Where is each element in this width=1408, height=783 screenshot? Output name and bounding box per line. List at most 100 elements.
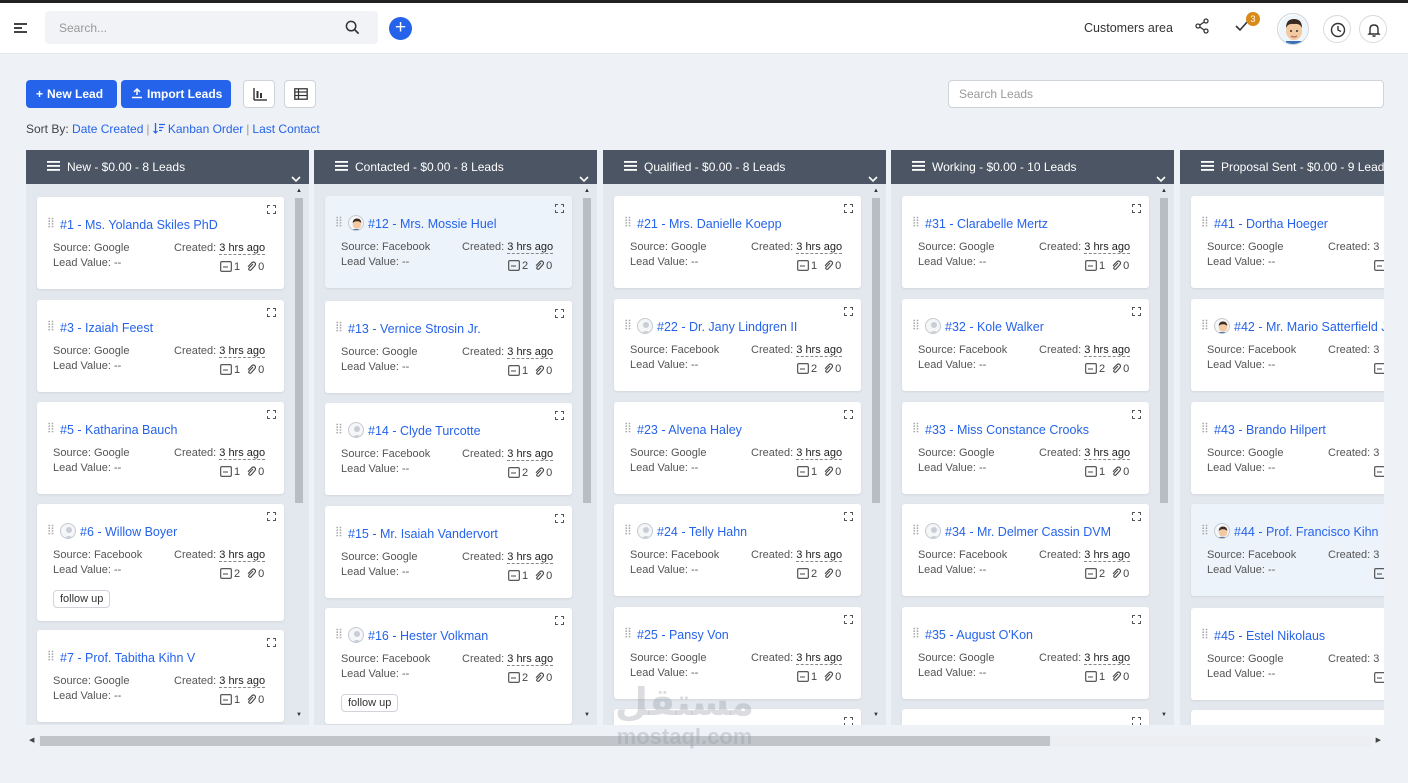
lead-card[interactable] [902,709,1149,725]
lead-card[interactable]: #1 - Ms. Yolanda Skiles PhD Source: Googl… [37,197,284,289]
lead-title-link[interactable]: #1 - Ms. Yolanda Skiles PhD [48,217,218,232]
import-leads-button[interactable]: Import Leads [121,80,231,108]
scroll-right-arrow-icon[interactable]: ▶ [1376,736,1381,744]
expand-icon[interactable] [1132,613,1141,627]
lead-title-link[interactable]: #14 - Clyde Turcotte [336,422,481,439]
expand-icon[interactable] [844,613,853,627]
lead-card[interactable]: #7 - Prof. Tabitha Kihn V Source: Google L… [37,630,284,722]
lead-card[interactable]: #44 - Prof. Francisco Kihn Source: Facebo… [1191,504,1384,596]
drag-handle-icon[interactable] [48,650,54,664]
lead-card[interactable]: #15 - Mr. Isaiah Vandervort Source: Googl… [325,506,572,598]
timer-button[interactable] [1323,15,1351,43]
search-leads-input[interactable] [948,80,1384,108]
expand-icon[interactable] [267,408,276,422]
drag-handle-icon[interactable] [625,319,631,333]
drag-handle-icon[interactable] [625,422,631,436]
new-lead-button[interactable]: + New Lead [26,80,117,108]
lead-title-link[interactable]: #13 - Vernice Strosin Jr. [336,321,481,336]
sort-kanban-order[interactable]: Kanban Order [168,122,243,136]
expand-icon[interactable] [267,510,276,524]
lead-tag[interactable]: follow up [53,590,111,608]
expand-icon[interactable] [1132,202,1141,216]
lead-title-link[interactable]: #45 - Estel Nikolaus [1202,628,1325,643]
expand-icon[interactable] [267,636,276,650]
scroll-down-arrow-icon[interactable]: ▼ [873,712,879,718]
lead-title-link[interactable]: #21 - Mrs. Danielle Koepp [625,216,782,231]
column-scrollbar[interactable]: ▲ ▼ [294,188,304,718]
lead-card[interactable]: #13 - Vernice Strosin Jr. Source: Google L… [325,301,572,393]
kanban-view-button[interactable] [243,80,275,108]
sort-date-created[interactable]: Date Created [72,122,143,136]
lead-title-link[interactable]: #6 - Willow Boyer [48,523,177,540]
lead-card[interactable]: #41 - Dortha Hoeger Source: Google Lead Va… [1191,196,1384,288]
column-scroll-thumb[interactable] [1160,198,1168,503]
expand-icon[interactable] [844,202,853,216]
notifications-button[interactable] [1359,15,1387,43]
column-scroll-thumb[interactable] [583,198,591,503]
lead-title-link[interactable]: #7 - Prof. Tabitha Kihn V [48,650,195,665]
drag-handle-icon[interactable] [1202,319,1208,333]
expand-icon[interactable] [555,307,564,321]
lead-card[interactable]: #25 - Pansy Von Source: Google Lead Value:… [614,607,861,699]
drag-handle-icon[interactable] [1202,216,1208,230]
drag-handle-icon[interactable] [336,526,342,540]
column-scrollbar[interactable]: ▲ ▼ [1159,188,1169,718]
drag-handle-icon[interactable] [336,216,342,230]
drag-handle-icon[interactable] [913,422,919,436]
lead-card[interactable]: #32 - Kole Walker Source: Facebook Lead Va… [902,299,1149,391]
expand-icon[interactable] [844,408,853,422]
lead-title-link[interactable]: #22 - Dr. Jany Lindgren II [625,318,797,335]
lead-card[interactable]: #16 - Hester Volkman Source: Facebook Lead… [325,608,572,724]
global-search-input[interactable] [45,11,325,44]
sort-last-contact[interactable]: Last Contact [252,122,319,136]
column-scrollbar[interactable]: ▲ ▼ [582,188,592,718]
scroll-up-arrow-icon[interactable]: ▲ [1161,188,1167,194]
lead-card[interactable]: #34 - Mr. Delmer Cassin DVM Source: Faceb… [902,504,1149,596]
lead-card[interactable]: #6 - Willow Boyer Source: Facebook Lead Va… [37,504,284,621]
scroll-down-arrow-icon[interactable]: ▼ [1161,712,1167,718]
lead-title-link[interactable]: #15 - Mr. Isaiah Vandervort [336,526,498,541]
column-scroll-thumb[interactable] [872,198,880,503]
lead-card[interactable]: #14 - Clyde Turcotte Source: Facebook Lead… [325,403,572,495]
board-horizontal-scrollbar[interactable]: ◀ ▶ [26,733,1384,749]
drag-handle-icon[interactable] [1202,422,1208,436]
column-scroll-thumb[interactable] [295,198,303,503]
lead-title-link[interactable]: #34 - Mr. Delmer Cassin DVM [913,523,1111,540]
lead-card[interactable] [1191,710,1384,725]
drag-handle-icon[interactable] [336,321,342,335]
lead-card[interactable]: #35 - August O'Kon Source: Google Lead Val… [902,607,1149,699]
user-avatar[interactable] [1277,13,1309,45]
expand-icon[interactable] [555,409,564,423]
column-scrollbar[interactable]: ▲ ▼ [871,188,881,718]
drag-handle-icon[interactable] [48,320,54,334]
expand-icon[interactable] [844,510,853,524]
scroll-up-arrow-icon[interactable]: ▲ [584,188,590,194]
lead-title-link[interactable]: #33 - Miss Constance Crooks [913,422,1089,437]
lead-title-link[interactable]: #5 - Katharina Bauch [48,422,177,437]
scroll-down-arrow-icon[interactable]: ▼ [584,712,590,718]
drag-handle-icon[interactable] [625,524,631,538]
drag-handle-icon[interactable] [1202,628,1208,642]
horizontal-scroll-thumb[interactable] [40,736,1050,746]
lead-card[interactable]: #33 - Miss Constance Crooks Source: Googl… [902,402,1149,494]
customers-area-link[interactable]: Customers area [1084,21,1173,35]
lead-title-link[interactable]: #41 - Dortha Hoeger [1202,216,1328,231]
lead-title-link[interactable]: #31 - Clarabelle Mertz [913,216,1048,231]
drag-handle-icon[interactable] [1202,524,1208,538]
lead-title-link[interactable]: #44 - Prof. Francisco Kihn [1202,523,1379,540]
lead-card[interactable]: #42 - Mr. Mario Satterfield Jr. Source: F… [1191,299,1384,391]
lead-card[interactable]: #5 - Katharina Bauch Source: Google Lead V… [37,402,284,494]
share-icon[interactable] [1194,18,1210,34]
drag-handle-icon[interactable] [913,319,919,333]
expand-icon[interactable] [555,614,564,628]
expand-icon[interactable] [844,715,853,725]
lead-title-link[interactable]: #35 - August O'Kon [913,627,1033,642]
lead-card[interactable]: #22 - Dr. Jany Lindgren II Source: Facebo… [614,299,861,391]
lead-title-link[interactable]: #24 - Telly Hahn [625,523,747,540]
list-view-button[interactable] [284,80,316,108]
expand-icon[interactable] [267,203,276,217]
lead-card[interactable]: #21 - Mrs. Danielle Koepp Source: Google L… [614,196,861,288]
drag-handle-icon[interactable] [48,524,54,538]
lead-title-link[interactable]: #25 - Pansy Von [625,627,729,642]
expand-icon[interactable] [1132,715,1141,725]
